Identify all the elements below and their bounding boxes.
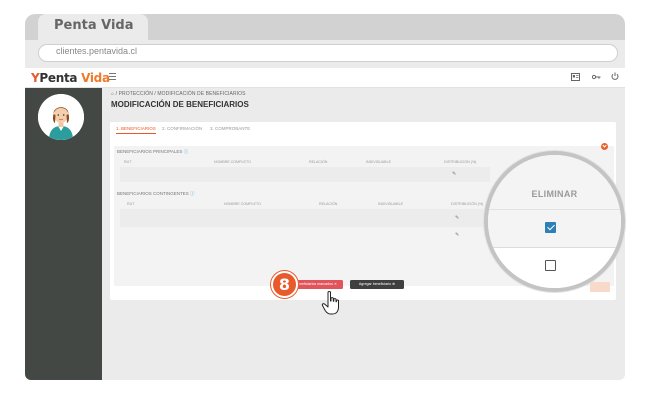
contingentes-col-relacion: RELACIÓN bbox=[319, 202, 338, 206]
principales-col-rut: RUT bbox=[124, 160, 132, 164]
magnified-row bbox=[488, 210, 621, 248]
principales-label-text: BENEFICIARIOS PRINCIPALES bbox=[117, 149, 183, 154]
logo-text-vida: Vida bbox=[81, 71, 110, 85]
contingentes-table-row bbox=[120, 229, 490, 243]
eliminar-column-label: ELIMINAR bbox=[531, 189, 578, 199]
tutorial-step-badge: 8 bbox=[271, 271, 298, 298]
address-bar-url: clientes.pentavida.cl bbox=[56, 46, 138, 56]
page-title: MODIFICACIÓN DE BENEFICIARIOS bbox=[111, 100, 249, 109]
sidebar bbox=[25, 88, 102, 380]
edit-pencil-icon[interactable]: ✎ bbox=[455, 215, 459, 221]
help-icon[interactable]: ⓘ bbox=[184, 149, 189, 154]
help-icon[interactable]: ⓘ bbox=[190, 191, 195, 196]
contingentes-col-individuable: INDIVIDUABLE bbox=[378, 202, 403, 206]
browser-tab-title: Penta Vida bbox=[54, 18, 134, 33]
app-header: YPenta Vida bbox=[25, 68, 625, 88]
wizard-steps: 1. BENEFICIARIOS 2. CONFIRMACIÓN 3. COMP… bbox=[110, 124, 616, 136]
contingentes-table-row bbox=[120, 209, 490, 227]
penta-vida-logo[interactable]: YPenta Vida bbox=[31, 71, 110, 85]
power-icon[interactable] bbox=[611, 72, 619, 81]
delete-checkbox-unchecked[interactable] bbox=[545, 260, 556, 271]
contingentes-col-rut: RUT bbox=[127, 202, 135, 206]
edit-pencil-icon[interactable]: ✎ bbox=[452, 171, 456, 177]
contingentes-section-label: BENEFICIARIOS CONTINGENTES ⓘ bbox=[117, 191, 195, 197]
user-avatar[interactable] bbox=[38, 94, 84, 140]
contingentes-label-text: BENEFICIARIOS CONTINGENTES bbox=[117, 191, 189, 196]
breadcrumb: ⌂ / PROTECCIÓN / MODIFICACIÓN DE BENEFIC… bbox=[111, 91, 246, 97]
collapse-chevron-icon[interactable] bbox=[601, 143, 608, 150]
key-icon[interactable] bbox=[592, 74, 601, 80]
hamburger-menu-icon[interactable] bbox=[109, 73, 116, 80]
delete-checkbox-checked[interactable] bbox=[545, 222, 556, 233]
edit-pencil-icon[interactable]: ✎ bbox=[455, 232, 459, 238]
step-confirmacion[interactable]: 2. CONFIRMACIÓN bbox=[162, 126, 202, 131]
principales-col-individuable: INDIVIDUABLE bbox=[366, 160, 391, 164]
magnified-row bbox=[488, 248, 621, 288]
principales-table-row bbox=[120, 167, 490, 182]
principales-col-nombre: NOMBRE COMPLETO bbox=[214, 160, 251, 164]
screenshot-stage: Penta Vida clientes.pentavida.cl YPenta … bbox=[0, 0, 650, 400]
contingentes-col-nombre: NOMBRE COMPLETO bbox=[224, 202, 261, 206]
principales-section-label: BENEFICIARIOS PRINCIPALES ⓘ bbox=[117, 149, 188, 155]
nurse-avatar-icon bbox=[38, 94, 84, 140]
step-comprobante[interactable]: 3. COMPROBANTE bbox=[210, 126, 250, 131]
principales-col-distribucion: DISTRIBUCIÓN (%) bbox=[444, 160, 477, 164]
step-beneficiarios[interactable]: 1. BENEFICIARIOS bbox=[116, 126, 156, 134]
magnified-column-header bbox=[488, 155, 621, 210]
contingentes-col-distribucion: DISTRIBUCIÓN (%) bbox=[451, 202, 484, 206]
add-beneficiary-button[interactable]: Agregar beneficiario ⊕ bbox=[350, 280, 404, 289]
magnifier-callout: ELIMINAR bbox=[484, 151, 625, 292]
id-card-icon[interactable] bbox=[571, 73, 580, 81]
principales-col-relacion: RELACIÓN bbox=[309, 160, 328, 164]
pointer-hand-icon bbox=[321, 291, 339, 315]
logo-text-penta: Penta bbox=[39, 71, 82, 85]
